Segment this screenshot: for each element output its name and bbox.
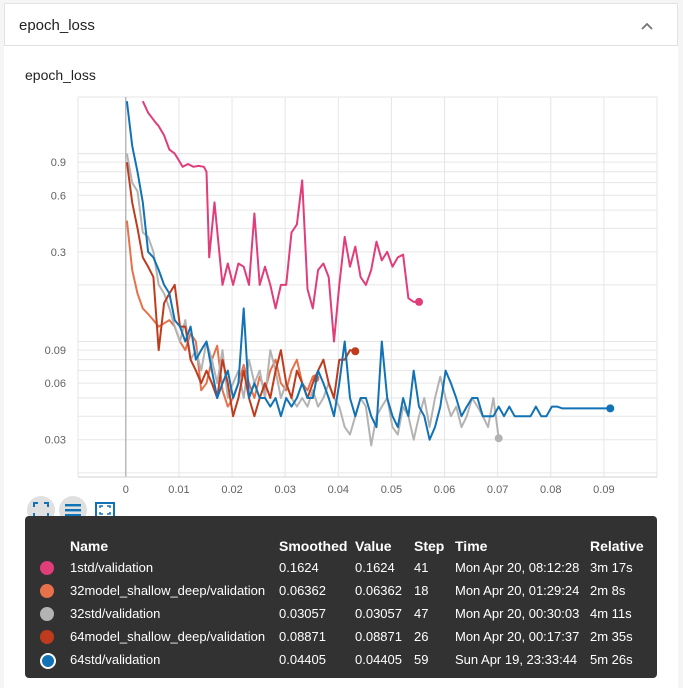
row-relative: 2m 35s	[590, 629, 633, 644]
loss-chart[interactable]: 0 0.01 0.02 0.03 0.04 0.05 0.06 0.07 0.08 0.09 0.0…	[0, 0, 683, 500]
series-swatch	[40, 653, 56, 669]
row-smoothed: 0.08871	[279, 629, 326, 644]
row-step: 47	[414, 606, 429, 621]
y-tick-label: 0.06	[45, 378, 66, 390]
tick-labels: 0 0.01 0.02 0.03 0.04 0.05 0.06 0.07 0.08 0.09 0.0…	[45, 157, 615, 496]
x-tick-label: 0.07	[487, 484, 508, 496]
tooltip-table: Name Smoothed Value Step Time Relative 1…	[25, 516, 657, 678]
series-swatch	[40, 607, 54, 621]
row-relative: 3m 17s	[590, 560, 633, 575]
x-tick-label: 0.06	[434, 484, 455, 496]
series-swatch	[40, 584, 54, 598]
row-time: Mon Apr 20, 08:12:28	[455, 560, 580, 575]
row-name: 64model_shallow_deep/validation	[70, 629, 266, 644]
row-time: Mon Apr 20, 01:29:24	[455, 583, 580, 598]
header-relative: Relative	[590, 538, 644, 554]
row-name: 32std/validation	[70, 606, 161, 621]
series-end-point-4	[606, 404, 615, 413]
row-time: Sun Apr 19, 23:33:44	[455, 652, 578, 667]
row-relative: 2m 8s	[590, 583, 626, 598]
y-tick-label: 0.03	[45, 435, 66, 447]
row-smoothed: 0.04405	[279, 652, 326, 667]
header-smoothed: Smoothed	[279, 538, 348, 554]
series-swatch	[40, 561, 54, 575]
series-swatch	[40, 630, 54, 644]
row-relative: 4m 11s	[590, 606, 632, 621]
row-step: 26	[414, 629, 429, 644]
row-name: 64std/validation	[70, 652, 161, 667]
series-line-2	[125, 153, 500, 447]
row-relative: 5m 26s	[590, 652, 633, 667]
header-name: Name	[70, 538, 109, 554]
row-time: Mon Apr 20, 00:17:37	[455, 629, 580, 644]
x-tick-label: 0.04	[328, 484, 349, 496]
x-tick-label: 0.08	[540, 484, 561, 496]
series-end-point-2	[494, 434, 503, 443]
x-tick-label: 0.03	[274, 484, 295, 496]
series-lines	[125, 100, 615, 447]
row-value: 0.04405	[355, 652, 402, 667]
row-time: Mon Apr 20, 00:30:03	[455, 606, 580, 621]
header-value: Value	[355, 538, 392, 554]
row-value: 0.1624	[355, 560, 395, 575]
x-tick-label: 0.05	[381, 484, 402, 496]
y-tick-label: 0.6	[51, 190, 66, 202]
series-line-4	[125, 101, 611, 441]
row-value: 0.08871	[355, 629, 402, 644]
x-tick-label: 0	[123, 484, 129, 496]
x-tick-label: 0.09	[593, 484, 614, 496]
header-time: Time	[455, 538, 488, 554]
row-smoothed: 0.03057	[279, 606, 326, 621]
series-end-point-0	[415, 297, 424, 306]
series-line-0	[141, 100, 419, 343]
row-smoothed: 0.06362	[279, 583, 326, 598]
row-name: 32model_shallow_deep/validation	[70, 583, 266, 598]
row-step: 59	[414, 652, 429, 667]
row-name: 1std/validation	[70, 560, 154, 575]
x-tick-label: 0.02	[221, 484, 242, 496]
row-step: 41	[414, 560, 429, 575]
y-tick-label: 0.9	[51, 157, 66, 169]
row-smoothed: 0.1624	[279, 560, 319, 575]
row-value: 0.06362	[355, 583, 402, 598]
row-step: 18	[414, 583, 429, 598]
y-tick-label: 0.09	[45, 345, 66, 357]
row-value: 0.03057	[355, 606, 402, 621]
x-tick-label: 0.01	[168, 484, 189, 496]
series-end-point-3	[351, 347, 360, 356]
header-step: Step	[414, 538, 445, 554]
y-tick-label: 0.3	[51, 247, 66, 259]
